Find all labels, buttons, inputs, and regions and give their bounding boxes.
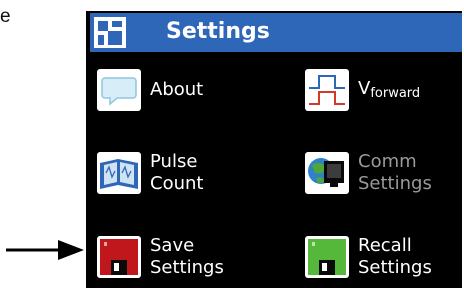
settings-app-icon <box>94 17 126 48</box>
comm-settings-label: Comm Settings <box>358 151 432 194</box>
menu-item-about[interactable]: About <box>96 68 203 112</box>
menu-item-save-settings[interactable]: Save Settings <box>96 235 224 279</box>
menu-item-vforward[interactable]: Vforward <box>304 68 420 112</box>
menu-item-pulse-count[interactable]: Pulse Count <box>96 151 203 195</box>
green-floppy-disk-icon <box>305 236 349 278</box>
recall-settings-label: Recall Settings <box>358 235 432 278</box>
document-text-fragment: e <box>0 6 11 27</box>
vforward-label: Vforward <box>358 78 421 101</box>
callout-arrow <box>6 240 84 260</box>
speech-bubble-icon <box>97 69 141 111</box>
red-floppy-disk-icon <box>97 236 141 278</box>
device-screen: Settings About Vforward Pulse Count Comm… <box>86 11 462 288</box>
menu-item-comm-settings[interactable]: Comm Settings <box>304 151 432 195</box>
pulse-waveform-icon <box>305 69 349 111</box>
globe-monitor-icon <box>305 152 349 194</box>
menu-item-recall-settings[interactable]: Recall Settings <box>304 235 432 279</box>
pulse-count-label: Pulse Count <box>150 151 204 194</box>
header-bar: Settings <box>90 13 462 52</box>
pulse-book-icon <box>97 152 141 194</box>
save-settings-label: Save Settings <box>150 235 224 278</box>
page-title: Settings <box>166 19 270 44</box>
about-label: About <box>150 79 204 100</box>
